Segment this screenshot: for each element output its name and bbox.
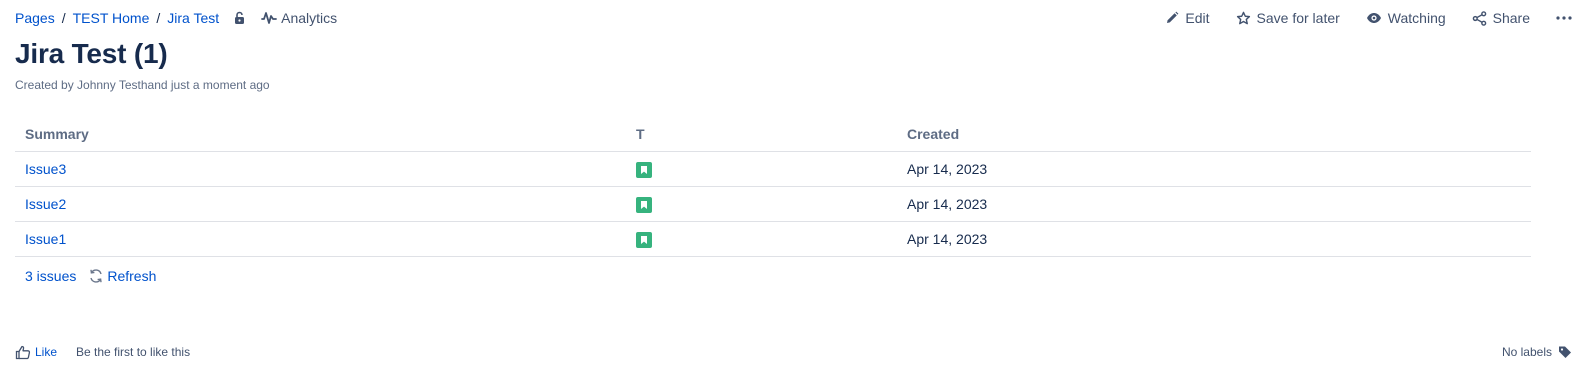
breadcrumb: Pages / TEST Home / Jira Test Analytics [15, 10, 337, 26]
star-icon [1236, 11, 1250, 24]
page-footer: Like Be the first to like this No labels [15, 342, 1572, 362]
breadcrumb-item-pages[interactable]: Pages [15, 10, 55, 26]
jira-issues-table: Summary T Created Issue3 Apr 14, 2023 Is… [15, 117, 1531, 257]
edit-button[interactable]: Edit [1165, 10, 1210, 26]
table-row: Issue1 Apr 14, 2023 [15, 221, 1531, 257]
like-button[interactable]: Like [15, 345, 57, 360]
pencil-icon [1167, 11, 1179, 23]
ellipsis-icon [1556, 16, 1572, 20]
table-header-row: Summary T Created [15, 117, 1531, 152]
share-icon [1472, 10, 1486, 26]
like-status-text: Be the first to like this [76, 345, 191, 359]
created-date: Apr 14, 2023 [897, 151, 1531, 187]
table-row: Issue3 Apr 14, 2023 [15, 151, 1531, 187]
more-actions-button[interactable] [1556, 16, 1572, 20]
page-actions: Edit Save for later Watching Share [1165, 10, 1572, 26]
created-date: Apr 14, 2023 [897, 221, 1531, 257]
edit-label: Edit [1185, 10, 1210, 26]
breadcrumb-item-jira-test[interactable]: Jira Test [167, 10, 219, 26]
tag-icon [1559, 346, 1571, 358]
breadcrumb-separator: / [156, 10, 161, 26]
issue-link[interactable]: Issue1 [25, 231, 66, 247]
story-icon [636, 196, 652, 213]
column-header-summary[interactable]: Summary [15, 117, 626, 152]
labels-section[interactable]: No labels [1502, 345, 1572, 359]
story-icon [636, 161, 652, 178]
share-label: Share [1492, 10, 1530, 26]
breadcrumb-separator: / [61, 10, 66, 26]
save-for-later-button[interactable]: Save for later [1236, 10, 1340, 26]
eye-icon [1366, 13, 1381, 23]
analytics-label: Analytics [281, 10, 338, 26]
refresh-button[interactable]: Refresh [88, 268, 156, 284]
column-header-created[interactable]: Created [897, 117, 1531, 152]
table-row: Issue2 Apr 14, 2023 [15, 186, 1531, 222]
story-icon [636, 231, 652, 248]
page-byline: Created by Johnny Testhand just a moment… [15, 78, 270, 92]
unlocked-icon[interactable] [233, 11, 247, 25]
watching-label: Watching [1387, 10, 1446, 26]
thumbs-up-icon [15, 345, 31, 359]
labels-text: No labels [1501, 345, 1552, 359]
issue-link[interactable]: Issue3 [25, 161, 66, 177]
refresh-label: Refresh [107, 268, 157, 284]
analytics-button[interactable]: Analytics [261, 10, 337, 26]
table-footer: 3 issues Refresh [25, 268, 156, 284]
like-section: Like Be the first to like this [15, 345, 190, 360]
column-header-type[interactable]: T [626, 117, 897, 152]
issue-link[interactable]: Issue2 [25, 196, 66, 212]
breadcrumb-item-test-home[interactable]: TEST Home [73, 10, 150, 26]
share-button[interactable]: Share [1472, 10, 1530, 26]
analytics-icon [261, 12, 278, 24]
like-label: Like [35, 345, 58, 359]
refresh-icon [90, 269, 103, 283]
watching-button[interactable]: Watching [1366, 10, 1446, 26]
top-bar: Pages / TEST Home / Jira Test Analytics … [15, 8, 1572, 28]
save-for-later-label: Save for later [1256, 10, 1340, 26]
page-title: Jira Test (1) [15, 38, 168, 69]
issue-count-link[interactable]: 3 issues [25, 268, 76, 284]
created-date: Apr 14, 2023 [897, 186, 1531, 222]
